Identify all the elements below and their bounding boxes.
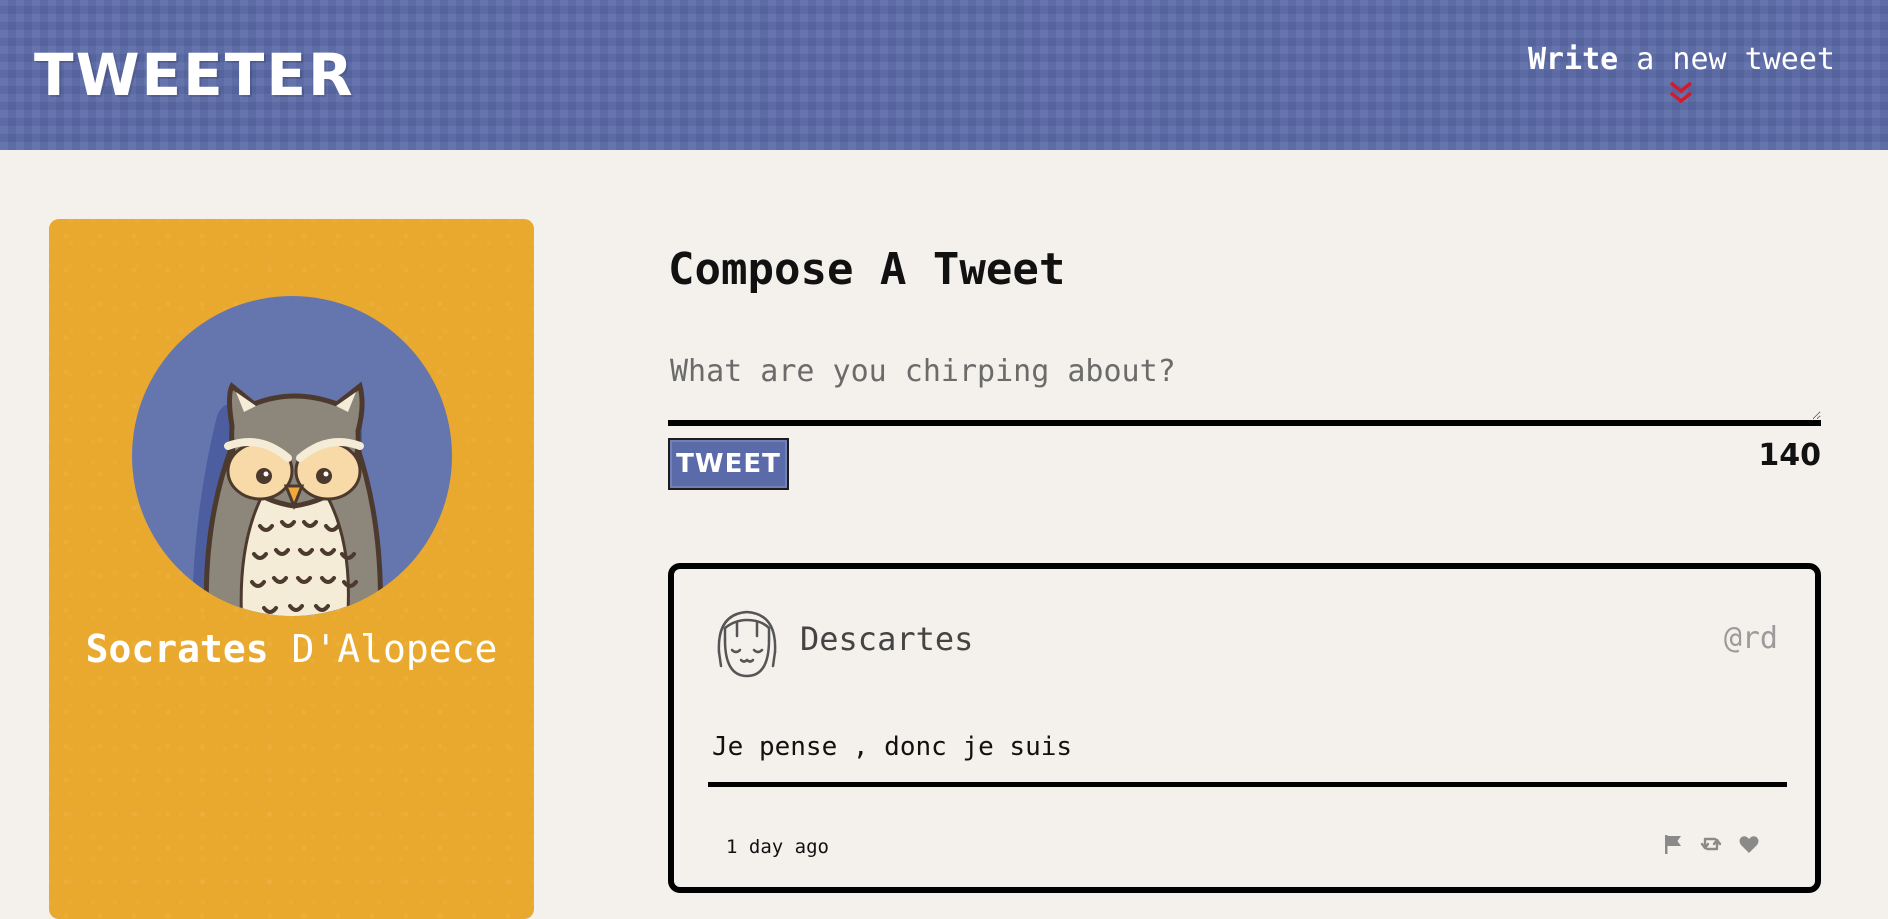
tweet-content: Je pense , donc je suis (712, 732, 1073, 762)
retweet-icon[interactable] (1700, 833, 1722, 855)
character-counter: 140 (1758, 438, 1821, 473)
tweet-author-handle: @rd (1723, 621, 1778, 656)
profile-card: Socrates D'Alopece (49, 219, 534, 919)
profile-last-name: D'Alopece (268, 627, 498, 671)
tweet-card: Descartes @rd Je pense , donc je suis 1 … (668, 563, 1821, 893)
user-avatar-icon (717, 610, 777, 678)
tweet-timestamp: 1 day ago (726, 836, 829, 858)
write-new-tweet-rest-label: a new tweet (1618, 42, 1835, 77)
tweet-textarea[interactable] (668, 350, 1821, 426)
profile-name: Socrates D'Alopece (49, 624, 534, 674)
flag-icon[interactable] (1662, 833, 1684, 855)
owl-avatar (132, 296, 452, 616)
write-new-tweet-link[interactable]: Write a new tweet (1528, 40, 1835, 80)
heart-icon[interactable] (1738, 833, 1760, 855)
double-chevron-down-icon[interactable] (1668, 80, 1694, 106)
navbar: TWEETER Write a new tweet (0, 0, 1888, 150)
owl-illustration (192, 381, 384, 616)
profile-first-name: Socrates (85, 627, 269, 671)
app-logo[interactable]: TWEETER (34, 42, 355, 108)
tweet-divider (708, 782, 1787, 787)
compose-title: Compose A Tweet (668, 244, 1066, 295)
tweet-actions (1662, 833, 1760, 855)
tweet-author-name: Descartes (800, 620, 974, 658)
tweet-submit-button[interactable]: TWEET (668, 438, 789, 490)
write-new-tweet-bold-label: Write (1527, 42, 1619, 77)
